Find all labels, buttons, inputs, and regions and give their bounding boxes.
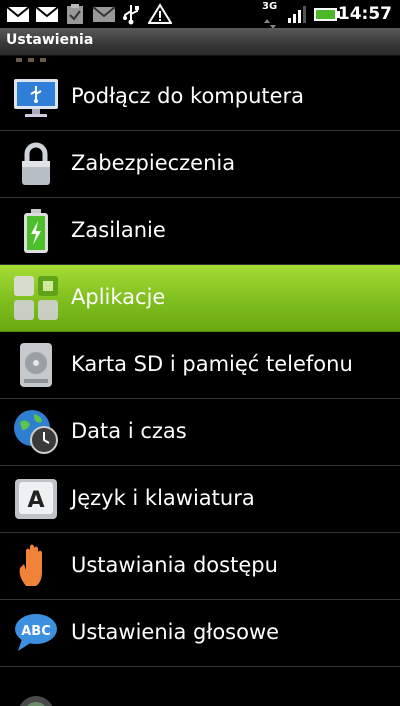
warning-icon [148, 3, 172, 24]
settings-list[interactable]: Podłącz do komputera Zabezpieczenia Zasi… [0, 56, 400, 706]
settings-item-applications[interactable]: Aplikacje [0, 265, 400, 332]
padlock-icon [22, 142, 50, 185]
abc-speech-bubble-icon: ABC [15, 614, 57, 651]
settings-item-date-time[interactable]: Data i czas [0, 399, 400, 466]
battery-status-icon [314, 8, 340, 21]
mail-icon [35, 6, 59, 22]
hand-icon [19, 544, 42, 586]
settings-item-power[interactable]: Zasilanie [0, 198, 400, 265]
page-title: Ustawienia [6, 32, 94, 48]
battery-icon [24, 209, 48, 253]
network-type-label: 3G [262, 1, 278, 12]
settings-item-label: Karta SD i pamięć telefonu [71, 352, 353, 376]
settings-item-language-keyboard[interactable]: A Język i klawiatura [0, 466, 400, 533]
sd-storage-icon [20, 343, 52, 387]
settings-item-label: Zasilanie [71, 218, 166, 242]
settings-item-label: Język i klawiatura [71, 486, 255, 510]
previous-item-icon-partial [16, 58, 46, 62]
settings-item-label: Ustawienia głosowe [71, 620, 280, 644]
settings-item-partial[interactable] [0, 667, 400, 706]
title-bar: Ustawienia [0, 28, 400, 56]
usb-icon [123, 5, 139, 25]
svg-text:ABC: ABC [21, 624, 51, 639]
settings-item-label: Podłącz do komputera [71, 84, 305, 108]
svg-text:A: A [27, 488, 44, 513]
settings-item-security[interactable]: Zabezpieczenia [0, 131, 400, 198]
settings-item-label: Zabezpieczenia [71, 151, 236, 175]
keyboard-key-icon: A [15, 479, 57, 519]
settings-item-label: Aplikacje [71, 285, 166, 309]
globe-clock-icon [14, 410, 58, 454]
signal-strength-icon [288, 6, 306, 23]
computer-usb-icon [14, 79, 58, 117]
settings-item-voice-settings[interactable]: ABC Ustawienia głosowe [0, 600, 400, 667]
settings-item-connect-to-pc[interactable]: Podłącz do komputera [0, 64, 400, 131]
clipboard-check-icon [67, 4, 83, 24]
status-clock: 14:57 [337, 4, 392, 24]
gmail-icon [6, 6, 30, 22]
status-bar: 3G 14:57 [0, 0, 400, 29]
partial-item-icon [19, 696, 53, 706]
settings-item-accessibility[interactable]: Ustawiania dostępu [0, 533, 400, 600]
settings-item-label: Ustawiania dostępu [71, 553, 278, 577]
mail-grey-icon [92, 6, 116, 22]
settings-item-sd-card-storage[interactable]: Karta SD i pamięć telefonu [0, 332, 400, 399]
applications-icon [14, 276, 58, 320]
settings-item-label: Data i czas [71, 419, 187, 443]
